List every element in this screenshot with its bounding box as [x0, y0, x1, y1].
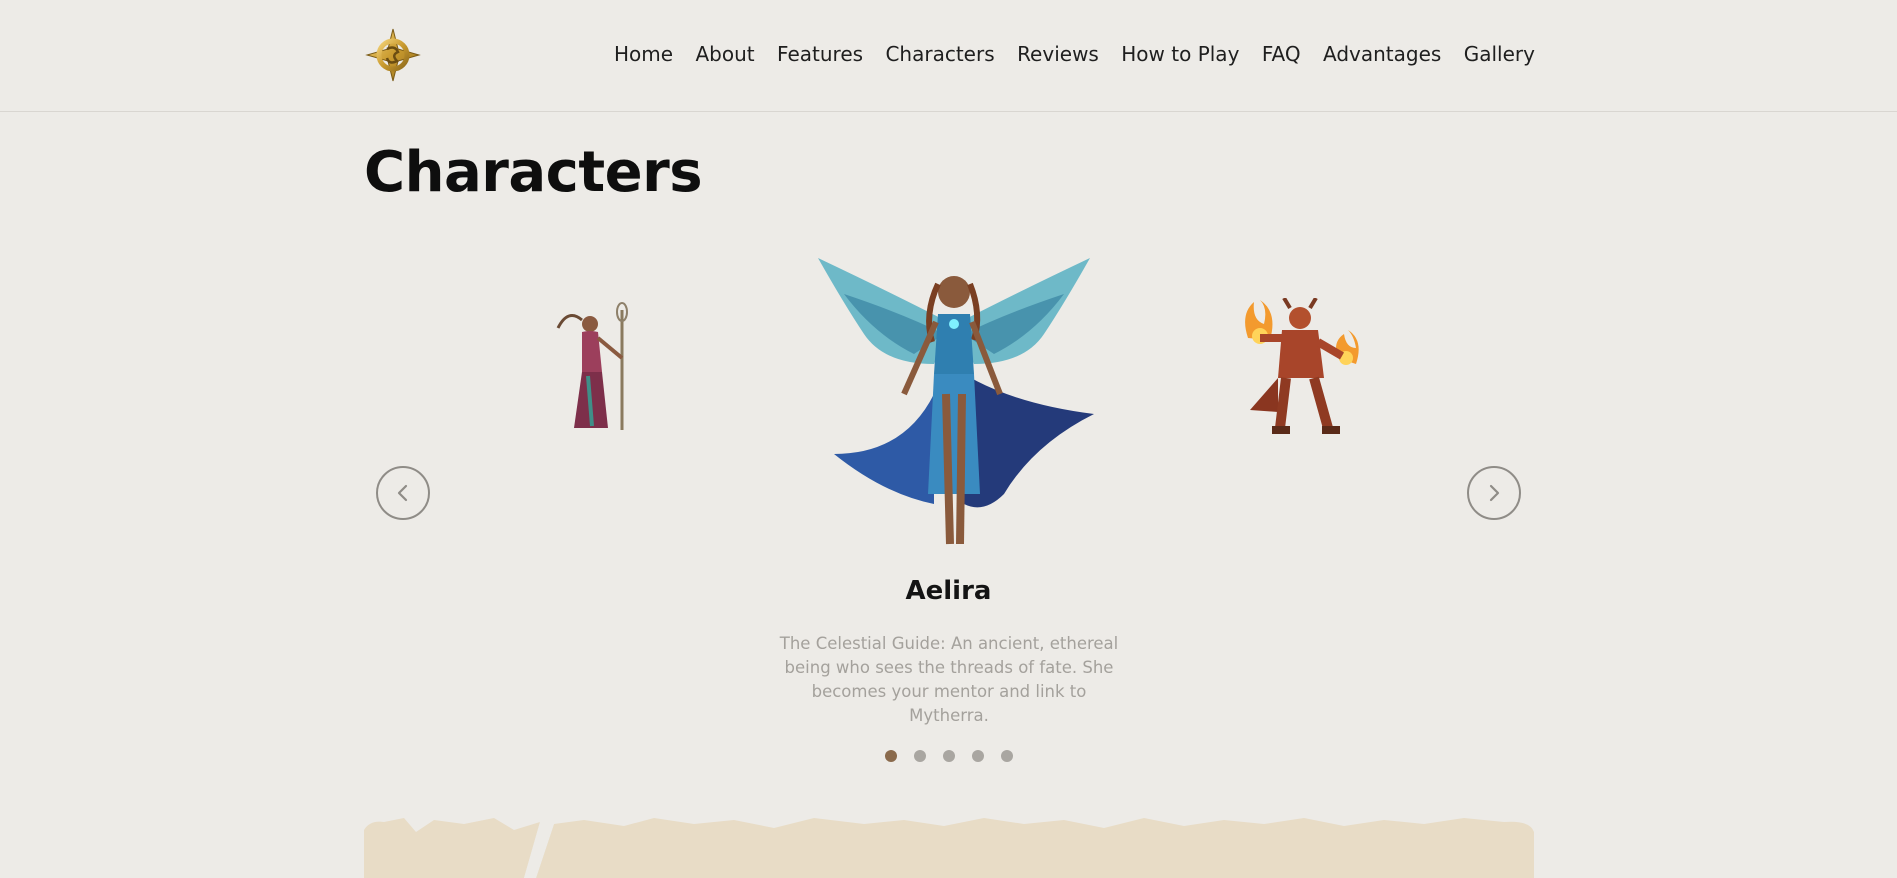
character-druid-image[interactable] [552, 302, 636, 434]
nav-features[interactable]: Features [777, 42, 863, 66]
carousel-dot-2[interactable] [914, 750, 926, 762]
carousel-next-button[interactable] [1467, 466, 1521, 520]
carousel-dot-5[interactable] [1001, 750, 1013, 762]
character-fire-demon-image[interactable] [1238, 298, 1362, 438]
nav-gallery[interactable]: Gallery [1464, 42, 1535, 66]
nav-reviews[interactable]: Reviews [1017, 42, 1099, 66]
character-name: Aelira [905, 576, 992, 606]
nav-characters[interactable]: Characters [885, 42, 994, 66]
carousel-dot-1[interactable] [885, 750, 897, 762]
chevron-left-icon [397, 484, 408, 502]
section-title: Characters [364, 140, 703, 205]
nav-how-to-play[interactable]: How to Play [1121, 42, 1239, 66]
character-description: The Celestial Guide: An ancient, etherea… [779, 634, 1119, 725]
main-nav: Home About Features Characters Reviews H… [614, 42, 1535, 66]
carousel-prev-button[interactable] [376, 466, 430, 520]
game-logo-icon[interactable] [365, 27, 421, 83]
nav-about[interactable]: About [695, 42, 754, 66]
nav-faq[interactable]: FAQ [1262, 42, 1301, 66]
torn-paper-banner [364, 818, 1534, 878]
nav-advantages[interactable]: Advantages [1323, 42, 1441, 66]
site-header: Home About Features Characters Reviews H… [0, 0, 1897, 112]
nav-home[interactable]: Home [614, 42, 673, 66]
character-aelira-image[interactable] [814, 254, 1094, 554]
chevron-right-icon [1489, 484, 1500, 502]
carousel-dot-3[interactable] [943, 750, 955, 762]
carousel-pagination [885, 750, 1013, 762]
carousel-dot-4[interactable] [972, 750, 984, 762]
